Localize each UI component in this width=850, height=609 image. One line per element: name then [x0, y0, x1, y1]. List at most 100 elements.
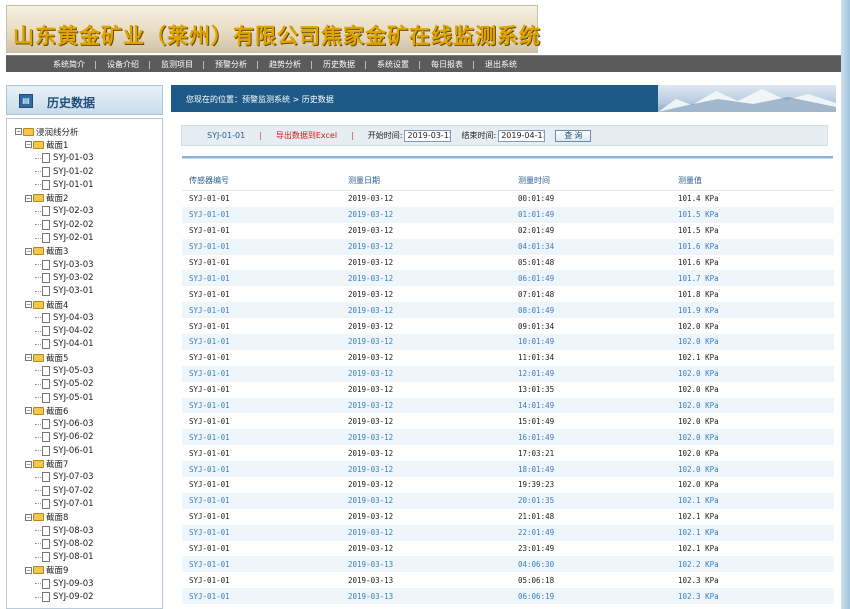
nav-item[interactable]: 监测项目	[150, 59, 204, 70]
nav-item[interactable]: 系统简介	[42, 59, 96, 70]
file-icon	[42, 219, 50, 230]
tree-item-label: SYJ-07-02	[53, 485, 94, 496]
tree-item[interactable]: SYJ-01-01	[15, 178, 94, 191]
file-icon	[42, 286, 50, 297]
tree-item[interactable]: SYJ-04-01	[15, 338, 94, 351]
tree-section[interactable]: − 截面1	[15, 138, 94, 151]
table-row[interactable]: SYJ-01-01 2019-03-12 20:01:35 102.1 KPa	[182, 492, 834, 509]
start-date-input[interactable]	[404, 129, 452, 142]
table-row[interactable]: SYJ-01-01 2019-03-13 05:06:18 102.3 KPa	[182, 572, 834, 588]
table-row[interactable]: SYJ-01-01 2019-03-12 23:01:49 102.1 KPa	[182, 541, 834, 557]
table-cell: SYJ-01-01	[189, 448, 230, 458]
table-row[interactable]: SYJ-01-01 2019-03-12 08:01:49 101.9 KPa	[182, 302, 834, 319]
folder-open-icon	[33, 353, 44, 362]
tree-item[interactable]: SYJ-08-03	[15, 524, 94, 537]
tree-root[interactable]: − 浸润线分析	[15, 125, 94, 138]
tree-item[interactable]: SYJ-02-02	[15, 218, 94, 231]
end-date-input[interactable]	[498, 129, 546, 142]
table-row[interactable]: SYJ-01-01 2019-03-12 09:01:34 102.0 KPa	[182, 318, 834, 334]
nav-item[interactable]: 历史数据	[312, 59, 366, 70]
tree-item[interactable]: SYJ-07-03	[15, 471, 94, 484]
collapse-icon[interactable]: −	[25, 566, 32, 574]
file-icon	[42, 365, 50, 376]
tree-item[interactable]: SYJ-04-03	[15, 311, 94, 324]
tree-item[interactable]: SYJ-09-02	[15, 590, 94, 603]
collapse-icon[interactable]: −	[25, 460, 32, 468]
collapse-icon[interactable]: −	[25, 354, 32, 362]
table-cell: SYJ-01-01	[189, 544, 230, 554]
tree-item[interactable]: SYJ-09-03	[15, 577, 94, 590]
tree-item[interactable]: SYJ-06-03	[15, 418, 94, 431]
tree-item[interactable]: SYJ-08-02	[15, 537, 94, 550]
tree-item[interactable]: SYJ-03-01	[15, 285, 94, 298]
tree-item[interactable]: SYJ-05-02	[15, 378, 94, 391]
tree-item[interactable]: SYJ-05-03	[15, 364, 94, 377]
tree-section[interactable]: − 截面6	[15, 404, 94, 417]
tree-item[interactable]: SYJ-05-01	[15, 391, 94, 404]
tree-item[interactable]: SYJ-01-02	[15, 165, 94, 178]
table-row[interactable]: SYJ-01-01 2019-03-13 04:06:30 102.2 KPa	[182, 556, 834, 573]
table-row[interactable]: SYJ-01-01 2019-03-12 01:01:49 101.5 KPa	[182, 206, 834, 223]
tree-section[interactable]: − 截面3	[15, 245, 94, 258]
table-row[interactable]: SYJ-01-01 2019-03-12 00:01:49 101.4 KPa	[182, 191, 834, 207]
tree-connector	[35, 157, 41, 159]
table-row[interactable]: SYJ-01-01 2019-03-12 10:01:49 102.0 KPa	[182, 334, 834, 350]
table-row[interactable]: SYJ-01-01 2019-03-12 04:01:34 101.6 KPa	[182, 238, 834, 255]
tree-item[interactable]: SYJ-03-03	[15, 258, 94, 271]
table-row[interactable]: SYJ-01-01 2019-03-12 15:01:49 102.0 KPa	[182, 413, 834, 429]
table-row[interactable]: SYJ-01-01 2019-03-12 22:01:49 102.1 KPa	[182, 524, 834, 541]
tree-section[interactable]: − 截面7	[15, 457, 94, 470]
file-icon	[42, 259, 50, 270]
export-excel-link[interactable]: 导出数据到Excel	[276, 130, 337, 141]
collapse-icon[interactable]: −	[15, 128, 22, 136]
nav-item[interactable]: 退出系统	[474, 59, 528, 70]
nav-item[interactable]: 预警分析	[204, 59, 258, 70]
table-row[interactable]: SYJ-01-01 2019-03-12 02:01:49 101.5 KPa	[182, 223, 834, 239]
table-row[interactable]: SYJ-01-01 2019-03-12 16:01:49 102.0 KPa	[182, 429, 834, 446]
nav-item[interactable]: 每日报表	[420, 59, 474, 70]
collapse-icon[interactable]: −	[25, 247, 32, 255]
tree-item[interactable]: SYJ-03-02	[15, 271, 94, 284]
table-row[interactable]: SYJ-01-01 2019-03-12 11:01:34 102.1 KPa	[182, 350, 834, 366]
tree-item-label: SYJ-09-03	[53, 578, 94, 589]
window-scrollbar[interactable]	[841, 0, 850, 609]
folder-open-icon	[33, 460, 44, 469]
table-row[interactable]: SYJ-01-01 2019-03-12 18:01:49 102.0 KPa	[182, 461, 834, 478]
tree-item[interactable]: SYJ-07-01	[15, 497, 94, 510]
tree-item[interactable]: SYJ-08-01	[15, 551, 94, 564]
tree-section[interactable]: − 截面8	[15, 511, 94, 524]
collapse-icon[interactable]: −	[25, 513, 32, 521]
table-row[interactable]: SYJ-01-01 2019-03-12 07:01:48 101.8 KPa	[182, 286, 834, 302]
table-row[interactable]: SYJ-01-01 2019-03-12 19:39:23 102.0 KPa	[182, 477, 834, 493]
tree-item[interactable]: SYJ-02-01	[15, 231, 94, 244]
table-row[interactable]: SYJ-01-01 2019-03-12 12:01:49 102.0 KPa	[182, 365, 834, 382]
collapse-icon[interactable]: −	[25, 194, 32, 202]
tree-section[interactable]: − 截面9	[15, 564, 94, 577]
tree-section[interactable]: − 截面5	[15, 351, 94, 364]
table-header: 传感器编号 测量日期 测量时间 测量值	[182, 171, 834, 191]
table-row[interactable]: SYJ-01-01 2019-03-12 21:01:48 102.1 KPa	[182, 509, 834, 525]
tree-item[interactable]: SYJ-01-03	[15, 152, 94, 165]
table-row[interactable]: SYJ-01-01 2019-03-12 17:03:21 102.0 KPa	[182, 445, 834, 461]
nav-item[interactable]: 系统设置	[366, 59, 420, 70]
collapse-icon[interactable]: −	[25, 141, 32, 149]
table-row[interactable]: SYJ-01-01 2019-03-13 06:06:19 102.3 KPa	[182, 588, 834, 605]
tree-item[interactable]: SYJ-02-03	[15, 205, 94, 218]
table-row[interactable]: SYJ-01-01 2019-03-12 14:01:49 102.0 KPa	[182, 397, 834, 414]
tree-section[interactable]: − 截面4	[15, 298, 94, 311]
nav-item[interactable]: 趋势分析	[258, 59, 312, 70]
tree-item[interactable]: SYJ-06-02	[15, 431, 94, 444]
nav-item[interactable]: 设备介绍	[96, 59, 150, 70]
tree-section[interactable]: − 截面2	[15, 191, 94, 204]
tree-item[interactable]: SYJ-04-02	[15, 324, 94, 337]
table-cell: 2019-03-12	[348, 353, 394, 363]
table-row[interactable]: SYJ-01-01 2019-03-12 05:01:48 101.6 KPa	[182, 255, 834, 271]
table-row[interactable]: SYJ-01-01 2019-03-12 13:01:35 102.0 KPa	[182, 382, 834, 398]
table-row[interactable]: SYJ-01-01 2019-03-12 06:01:49 101.7 KPa	[182, 270, 834, 287]
collapse-icon[interactable]: −	[25, 407, 32, 415]
file-icon	[42, 326, 50, 337]
tree-item[interactable]: SYJ-07-02	[15, 484, 94, 497]
query-button[interactable]: 查 询	[555, 129, 592, 142]
tree-item[interactable]: SYJ-06-01	[15, 444, 94, 457]
collapse-icon[interactable]: −	[25, 301, 32, 308]
